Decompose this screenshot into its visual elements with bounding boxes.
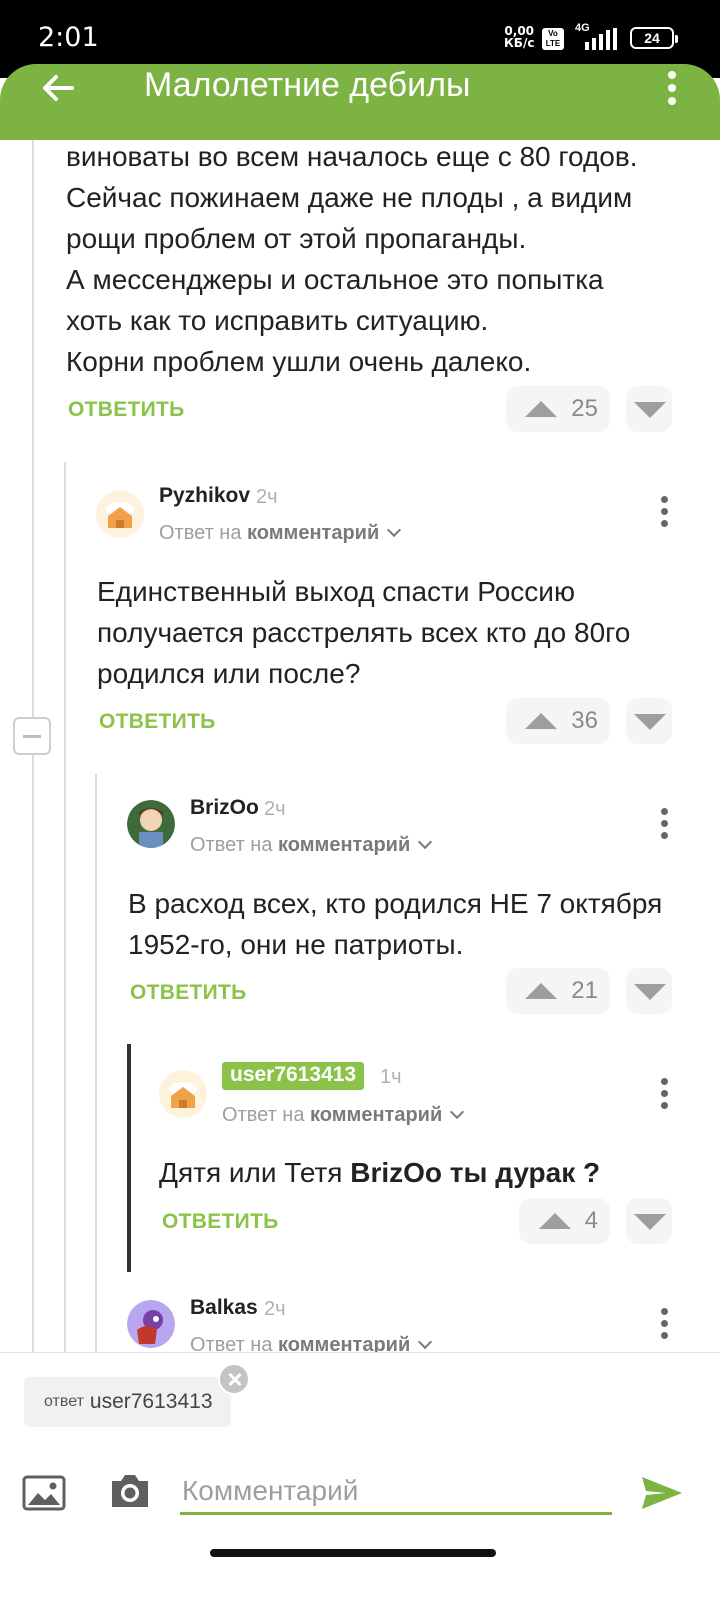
vote-count: 36	[571, 707, 598, 734]
comment-text: Дятя или Тетя BrizOo ты дурак ?	[159, 1157, 601, 1188]
comment-text: виноваты во всем началось еще с 80 годов…	[66, 141, 638, 377]
downvote-icon	[634, 714, 666, 730]
chevron-down-icon	[418, 834, 433, 850]
vote-count: 21	[571, 977, 598, 1004]
upvote-button[interactable]: 21	[506, 968, 610, 1014]
reply-button[interactable]: ОТВЕТИТЬ	[68, 398, 185, 422]
downvote-icon	[634, 402, 666, 418]
battery-icon: 24	[630, 27, 678, 49]
downvote-button[interactable]	[626, 968, 672, 1014]
default-avatar-icon	[96, 490, 144, 538]
avatar[interactable]	[96, 490, 144, 538]
comment-time: 2ч	[264, 1298, 286, 1320]
comment-author[interactable]: Pyzhikov	[159, 484, 250, 508]
comment-compose: ответ user7613413	[0, 1352, 720, 1600]
comment-menu-icon[interactable]	[654, 808, 674, 844]
downvote-button[interactable]	[626, 386, 672, 432]
downvote-icon	[634, 984, 666, 1000]
vote-count: 25	[571, 395, 598, 422]
upvote-icon	[525, 713, 558, 729]
signal-icon	[585, 28, 617, 50]
comment-input[interactable]	[180, 1469, 612, 1515]
comments-thread[interactable]: виноваты во всем началось еще с 80 годов…	[0, 140, 720, 1376]
reply-button[interactable]: ОТВЕТИТЬ	[130, 981, 247, 1005]
thread-line	[95, 774, 97, 1376]
reply-to-link[interactable]: Ответ на комментарий	[159, 522, 402, 545]
comment-menu-icon[interactable]	[654, 1308, 674, 1344]
gesture-nav-bar[interactable]	[210, 1549, 496, 1557]
chevron-down-icon	[450, 1104, 465, 1120]
camera-icon[interactable]	[108, 1471, 152, 1511]
vote-count: 4	[584, 1207, 598, 1234]
overflow-menu-icon[interactable]	[660, 68, 684, 108]
image-icon[interactable]	[22, 1475, 66, 1511]
reply-button[interactable]: ОТВЕТИТЬ	[99, 710, 216, 734]
reply-to-link[interactable]: Ответ на комментарий	[190, 834, 433, 857]
user-avatar-icon	[127, 1300, 175, 1348]
highlighted-comment-bar	[127, 1044, 131, 1272]
page-title: Малолетние дебилы	[144, 66, 471, 104]
status-time: 2:01	[38, 22, 99, 53]
downvote-icon	[634, 1214, 666, 1230]
comment-time: 2ч	[256, 486, 278, 508]
comment-text: Единственный выход спасти Россию получае…	[97, 576, 631, 689]
send-icon[interactable]	[640, 1473, 684, 1513]
upvote-icon	[525, 983, 558, 999]
avatar[interactable]	[159, 1070, 207, 1118]
upvote-button[interactable]: 36	[506, 698, 610, 744]
comment-author[interactable]: user7613413	[222, 1062, 365, 1090]
comment-text: В расход всех, кто родился НЕ 7 октября …	[128, 888, 663, 960]
upvote-button[interactable]: 4	[519, 1198, 610, 1244]
app-toolbar: Малолетние дебилы	[0, 64, 720, 140]
avatar[interactable]	[127, 800, 175, 848]
network-speed: 0,00 КБ/с	[504, 24, 535, 50]
upvote-icon	[538, 1213, 571, 1229]
chevron-down-icon	[418, 1334, 433, 1350]
collapse-thread-button[interactable]	[13, 717, 51, 755]
thread-line	[64, 462, 66, 1376]
comment-menu-icon[interactable]	[654, 1078, 674, 1114]
reply-chip: ответ user7613413	[24, 1377, 231, 1427]
reply-button[interactable]: ОТВЕТИТЬ	[162, 1210, 279, 1234]
volte-icon: Vo LTE	[542, 28, 564, 50]
user-avatar-icon	[127, 800, 175, 848]
thread-line	[32, 140, 34, 1376]
upvote-button[interactable]: 25	[506, 386, 610, 432]
downvote-button[interactable]	[626, 1198, 672, 1244]
comment-menu-icon[interactable]	[654, 496, 674, 532]
default-avatar-icon	[159, 1070, 207, 1118]
avatar[interactable]	[127, 1300, 175, 1348]
close-icon[interactable]	[218, 1363, 250, 1395]
comment-time: 2ч	[264, 798, 286, 820]
comment-author[interactable]: Balkas	[190, 1296, 258, 1320]
comment-author[interactable]: BrizOo	[190, 796, 259, 820]
reply-to-link[interactable]: Ответ на комментарий	[222, 1104, 465, 1127]
chevron-down-icon	[387, 522, 402, 538]
upvote-icon	[525, 401, 558, 417]
comment-time: 1ч	[380, 1066, 402, 1088]
downvote-button[interactable]	[626, 698, 672, 744]
back-arrow-icon[interactable]	[36, 66, 80, 110]
